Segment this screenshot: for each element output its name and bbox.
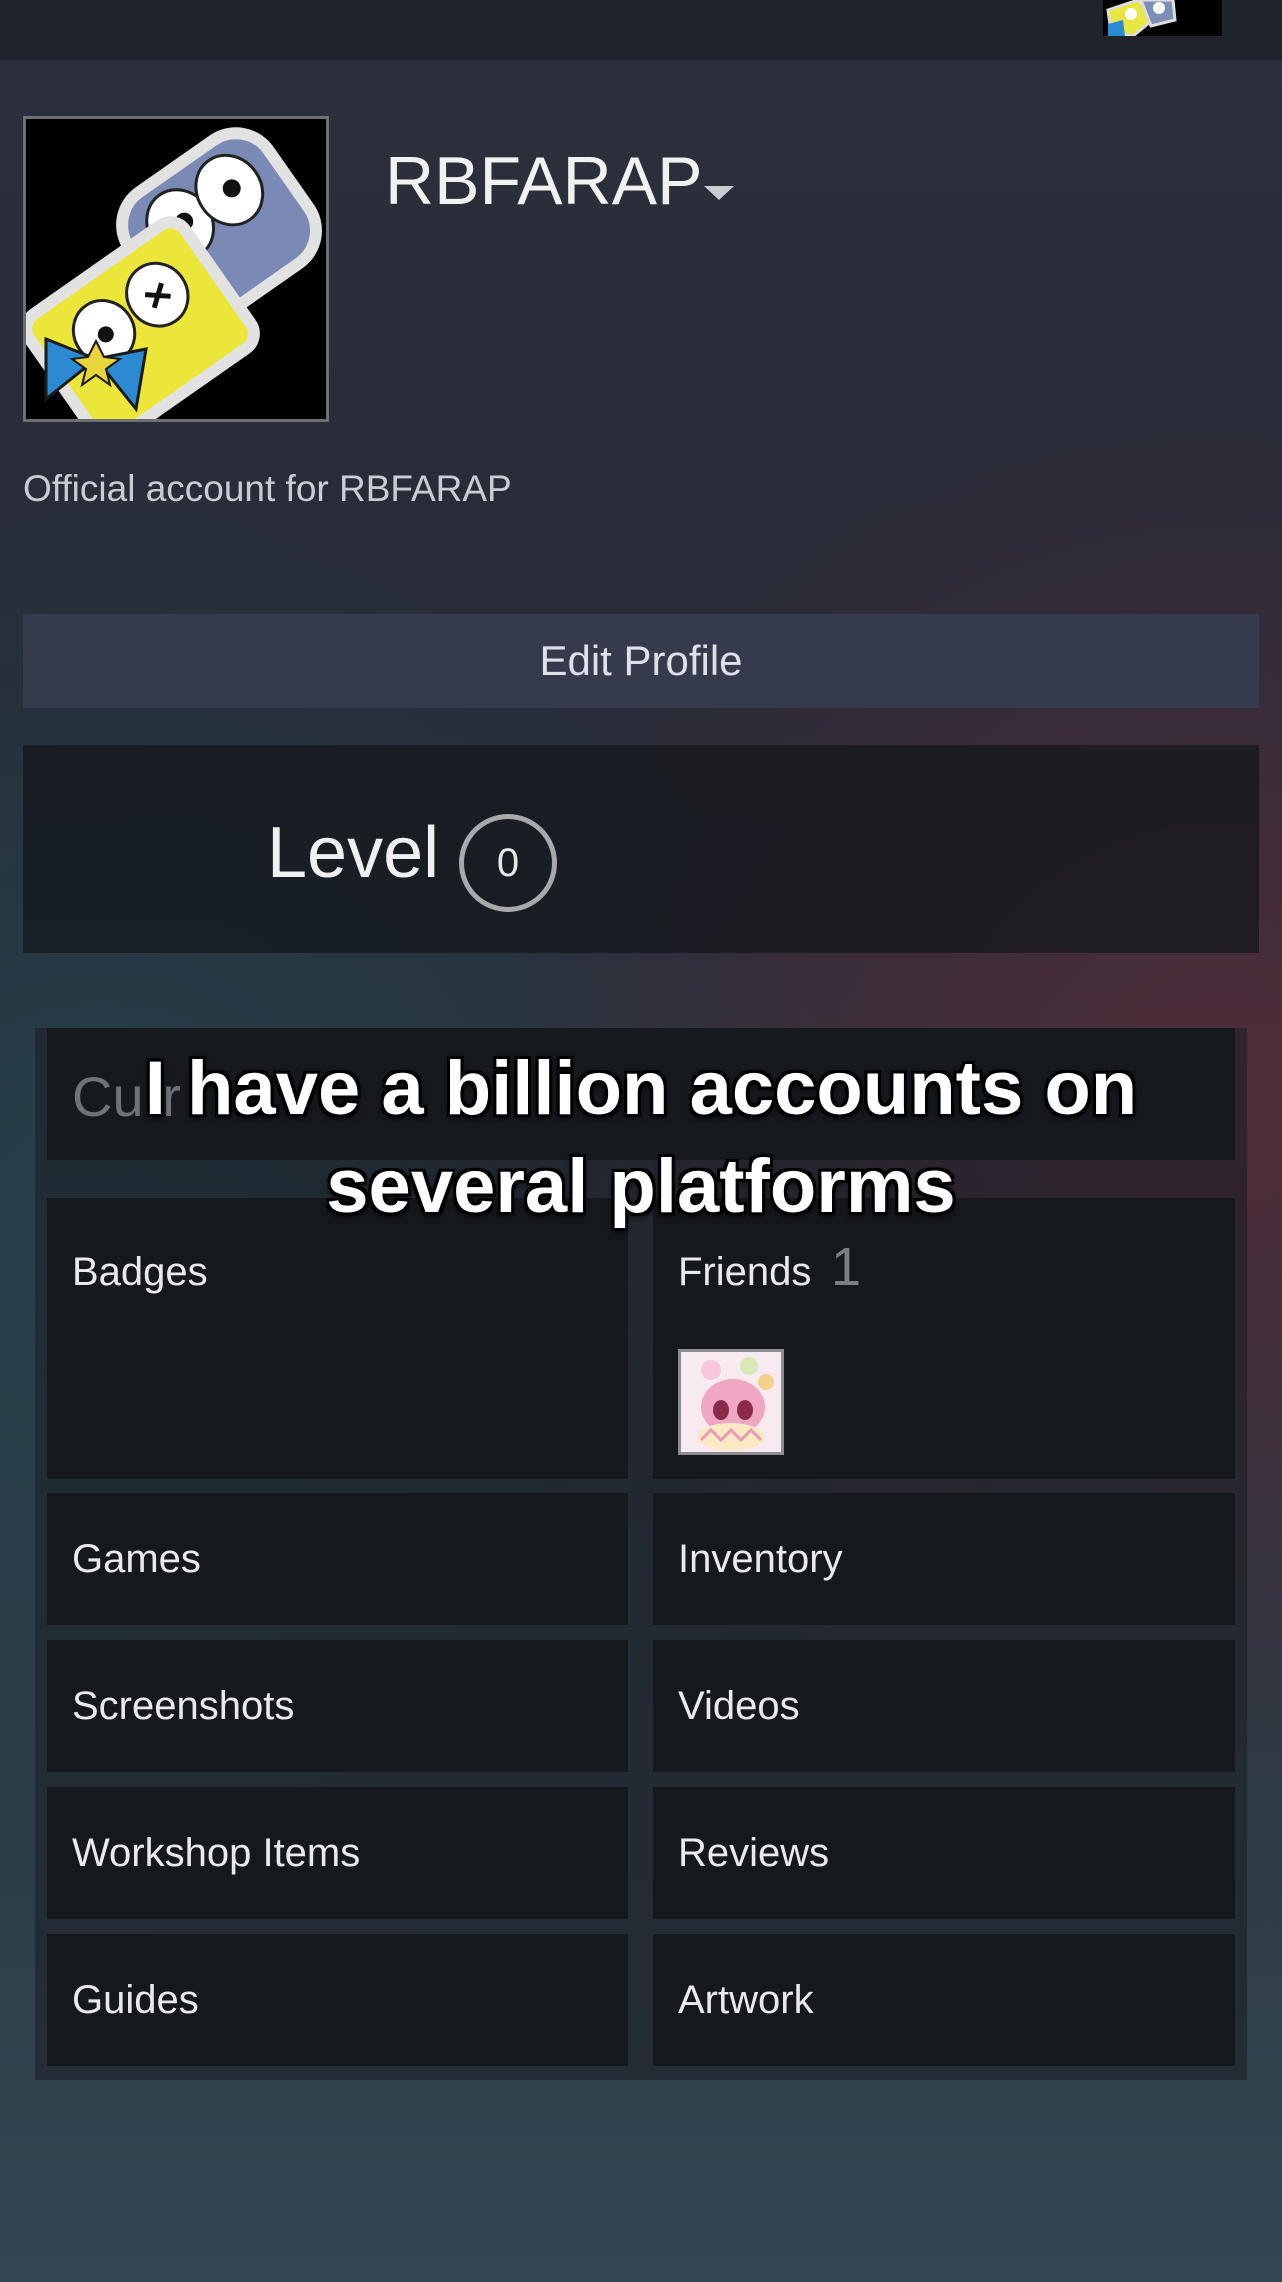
tile-label: Artwork xyxy=(678,1978,814,2022)
top-nav-bar xyxy=(0,0,1282,60)
edit-profile-button[interactable]: Edit Profile xyxy=(23,614,1259,708)
tile-label: Inventory xyxy=(678,1537,843,1581)
tile-artwork[interactable]: Artwork xyxy=(653,1934,1235,2066)
tile-label: Badges xyxy=(72,1250,208,1294)
tile-label: Screenshots xyxy=(72,1684,295,1728)
tile-badges[interactable]: Badges xyxy=(47,1198,628,1479)
level-panel: Level 0 xyxy=(23,745,1259,953)
tile-label: Games xyxy=(72,1537,201,1581)
overlay-caption: I have a billion accounts on several pla… xyxy=(0,1040,1282,1236)
tile-games[interactable]: Games xyxy=(47,1493,628,1625)
friend-avatar[interactable] xyxy=(678,1349,784,1455)
caption-line-2: several platforms xyxy=(326,1144,956,1229)
tile-label: Workshop Items xyxy=(72,1831,361,1875)
tile-label: Videos xyxy=(678,1684,800,1728)
tile-screenshots[interactable]: Screenshots xyxy=(47,1640,628,1772)
tile-reviews[interactable]: Reviews xyxy=(653,1787,1235,1919)
dropdown-caret-icon[interactable] xyxy=(704,186,734,200)
profile-avatar[interactable] xyxy=(23,116,329,422)
profile-summary: Official account for RBFARAP xyxy=(23,468,512,509)
friends-count: 1 xyxy=(831,1237,862,1297)
level-badge[interactable]: 0 xyxy=(459,814,557,912)
tile-videos[interactable]: Videos xyxy=(653,1640,1235,1772)
tile-friends[interactable]: Friends 1 xyxy=(653,1198,1235,1479)
header-avatar[interactable] xyxy=(1103,0,1222,36)
caption-line-1: I have a billion accounts on xyxy=(144,1046,1138,1131)
tile-label: Reviews xyxy=(678,1831,830,1875)
tile-inventory[interactable]: Inventory xyxy=(653,1493,1235,1625)
profile-username[interactable]: RBFARAP xyxy=(385,142,702,220)
level-label: Level xyxy=(267,813,440,893)
tile-label: Friends xyxy=(678,1250,812,1294)
tile-workshop-items[interactable]: Workshop Items xyxy=(47,1787,628,1919)
tile-label: Guides xyxy=(72,1978,199,2022)
tile-guides[interactable]: Guides xyxy=(47,1934,628,2066)
